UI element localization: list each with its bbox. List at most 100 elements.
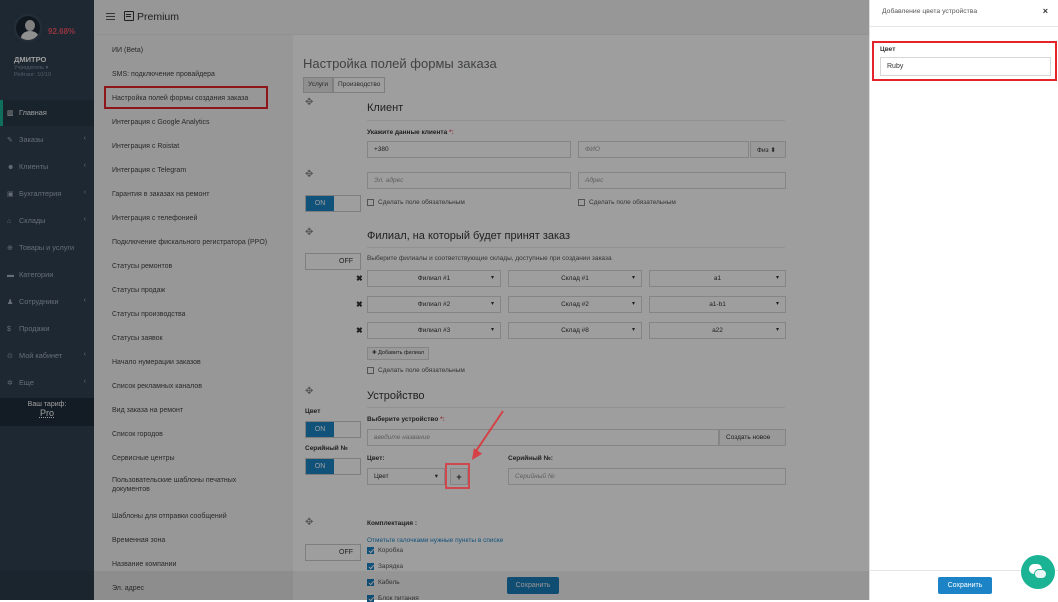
device-search-input[interactable]: введите название: [367, 429, 719, 446]
user-name[interactable]: ДМИТРО: [14, 55, 46, 64]
address-input[interactable]: Адрес: [578, 172, 786, 189]
settings-item[interactable]: Название компании: [94, 560, 293, 569]
kit-checkbox-box[interactable]: Коробка: [367, 547, 403, 554]
cell-select[interactable]: a1-b1 ▾: [649, 296, 786, 313]
section-title-branch: Филиал, на который будет принят заказ: [367, 230, 571, 242]
settings-item[interactable]: Интеграция с телефонией: [94, 214, 293, 223]
warehouse-select[interactable]: Склад #1 ▾: [508, 270, 642, 287]
chevron-left-icon: ‹: [83, 351, 86, 358]
cart-icon: ⊕: [7, 245, 13, 252]
brand-name: Premium: [137, 11, 180, 23]
branch-required-checkbox[interactable]: Сделать поле обязательным: [367, 367, 465, 374]
settings-item[interactable]: Интеграция с Telegram: [94, 166, 293, 175]
settings-item[interactable]: Пользовательские шаблоны печатных докуме…: [94, 476, 269, 494]
settings-item[interactable]: Статусы производства: [94, 310, 293, 319]
cell-select[interactable]: a22 ▾: [649, 322, 786, 339]
remove-icon[interactable]: ✖: [356, 274, 363, 283]
client-address-required-checkbox[interactable]: Сделать поле обязательным: [578, 199, 676, 206]
create-device-button[interactable]: Создать новое: [719, 429, 786, 446]
settings-item[interactable]: Временная зона: [94, 536, 293, 545]
warehouse-select[interactable]: Склад #8 ▾: [508, 322, 642, 339]
settings-item[interactable]: Список городов: [94, 430, 293, 439]
settings-item[interactable]: Статусы ремонтов: [94, 262, 293, 271]
cell-select[interactable]: a1 ▾: [649, 270, 786, 287]
settings-item[interactable]: SMS: подключение провайдера: [94, 70, 293, 79]
phone-input[interactable]: +380: [367, 141, 571, 158]
remove-icon[interactable]: ✖: [356, 300, 363, 309]
drag-handle-icon[interactable]: ✥: [305, 386, 313, 397]
settings-item[interactable]: Сервисные центры: [94, 454, 293, 463]
settings-item[interactable]: Начало нумерации заказов: [94, 358, 293, 367]
fio-input[interactable]: ФИО: [578, 141, 749, 158]
settings-item[interactable]: Гарантия в заказах на ремонт: [94, 190, 293, 199]
settings-item[interactable]: Статусы заявок: [94, 334, 293, 343]
sidebar-item-orders[interactable]: ✎ Заказы ‹: [0, 127, 94, 153]
sidebar-item-accounting[interactable]: ▣ Бухгалтерия ‹: [0, 181, 94, 207]
sidebar-item-employees[interactable]: ♟ Сотрудники ‹: [0, 289, 94, 315]
page-title: Настройка полей формы заказа: [303, 56, 497, 71]
settings-item[interactable]: ИИ (Beta): [94, 46, 293, 55]
warehouse-select[interactable]: Склад #2 ▾: [508, 296, 642, 313]
settings-item[interactable]: Интеграция с Google Analytics: [94, 118, 293, 127]
kit-toggle[interactable]: OFF: [305, 544, 361, 561]
caret-down-icon: ▾: [490, 301, 494, 307]
email-input[interactable]: Эл. адрес: [367, 172, 571, 189]
branch-select[interactable]: Филиал #3 ▾: [367, 322, 501, 339]
kit-checkbox-charger[interactable]: Зарядка: [367, 563, 403, 570]
sidebar-item-goods[interactable]: ⊕ Товары и услуги: [0, 235, 94, 261]
settings-item[interactable]: Вид заказа на ремонт: [94, 406, 293, 415]
tab-services[interactable]: Услуги: [303, 77, 333, 93]
settings-item[interactable]: Список рекламных каналов: [94, 382, 293, 391]
serial-input[interactable]: Серийный №: [508, 468, 786, 485]
caret-down-icon: ▾: [434, 473, 438, 480]
sidebar-item-home[interactable]: ▥ Главная: [0, 100, 94, 126]
chevron-left-icon: ‹: [83, 297, 86, 304]
sidebar-item-more[interactable]: ✲ Еще ‹: [0, 370, 94, 396]
sidebar-item-warehouses[interactable]: ⌂ Склады ‹: [0, 208, 94, 234]
caret-down-icon: ▾: [631, 275, 635, 281]
users-icon: ☻: [7, 164, 15, 171]
folder-icon: ▬: [7, 272, 14, 279]
menu-icon[interactable]: [106, 13, 115, 20]
color-toggle[interactable]: ON: [305, 421, 361, 438]
settings-item[interactable]: Интеграция с Roistat: [94, 142, 293, 151]
add-branch-button[interactable]: ✚ Добавить филиал: [367, 347, 430, 360]
client-toggle[interactable]: ON: [305, 195, 361, 212]
drag-handle-icon[interactable]: ✥: [305, 97, 313, 108]
client-type-select[interactable]: Физ ⬍: [750, 141, 786, 158]
sidebar: 92.68% ДМИТРО Учредитель ▾ Рейтинг: 10/1…: [0, 0, 94, 600]
user-role[interactable]: Учредитель ▾: [14, 65, 48, 71]
client-email-required-checkbox[interactable]: Сделать поле обязательным: [367, 199, 465, 206]
chat-widget-button[interactable]: [1021, 555, 1055, 589]
user-rating: Рейтинг: 10/10: [14, 72, 52, 78]
divider: [367, 247, 785, 248]
settings-item[interactable]: Подключение фискального регистратора (PP…: [94, 238, 293, 247]
remove-icon[interactable]: ✖: [356, 326, 363, 335]
drag-handle-icon[interactable]: ✥: [305, 169, 313, 180]
tariff-badge[interactable]: Ваш тариф: Pro: [0, 398, 94, 426]
sidebar-item-cabinet[interactable]: ⊙ Мой кабинет ‹: [0, 343, 94, 369]
avatar[interactable]: [14, 14, 42, 42]
color-label: Цвет:: [367, 455, 385, 462]
color-side-label: Цвет: [305, 408, 321, 415]
tab-production[interactable]: Производство: [333, 77, 386, 93]
branch-toggle[interactable]: OFF: [305, 253, 361, 270]
gear-icon: ✲: [7, 380, 13, 387]
settings-item[interactable]: Шаблоны для отправки сообщений: [94, 512, 293, 521]
serial-toggle[interactable]: ON: [305, 458, 361, 475]
settings-item[interactable]: Статусы продаж: [94, 286, 293, 295]
kit-label: Комплектация :: [367, 520, 418, 527]
sidebar-item-sales[interactable]: $ Продажи: [0, 316, 94, 342]
close-icon[interactable]: ×: [1043, 6, 1048, 16]
sidebar-item-categories[interactable]: ▬ Категории: [0, 262, 94, 288]
branch-select[interactable]: Филиал #1 ▾: [367, 270, 501, 287]
sidebar-item-clients[interactable]: ☻ Клиенты ‹: [0, 154, 94, 180]
caret-down-icon: ▾: [490, 275, 494, 281]
color-select[interactable]: Цвет ▾: [367, 468, 445, 485]
branch-select[interactable]: Филиал #2 ▾: [367, 296, 501, 313]
caret-down-icon: ▾: [490, 327, 494, 333]
drag-handle-icon[interactable]: ✥: [305, 517, 313, 528]
modal-save-button[interactable]: Сохранить: [938, 577, 992, 594]
chevron-left-icon: ‹: [83, 189, 86, 196]
drag-handle-icon[interactable]: ✥: [305, 227, 313, 238]
